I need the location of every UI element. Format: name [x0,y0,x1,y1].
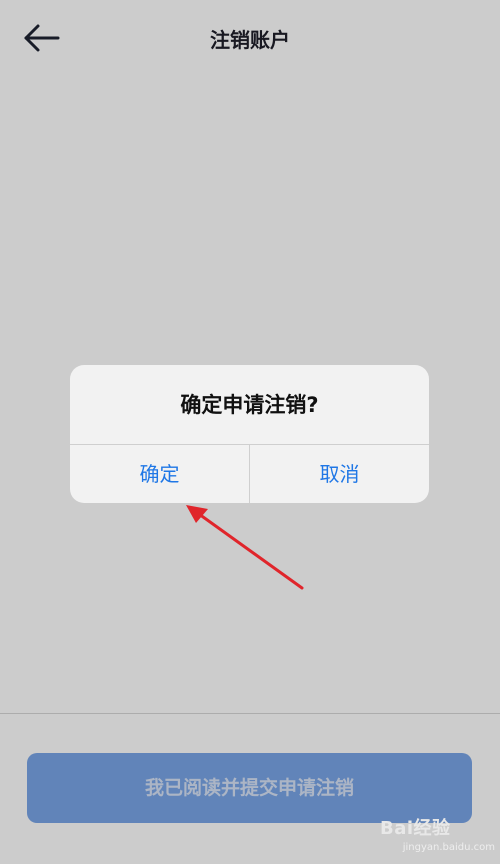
red-arrow-annotation [186,505,304,590]
watermark-url: jingyan.baidu.com [402,842,495,853]
dialog-title: 确定申请注销? [180,393,319,417]
watermark-brand: Bai经验 [380,818,451,839]
confirm-dialog: 确定申请注销? 确定 取消 [70,365,429,503]
baidu-jingyan-watermark: Bai经验 jingyan.baidu.com [380,812,495,860]
